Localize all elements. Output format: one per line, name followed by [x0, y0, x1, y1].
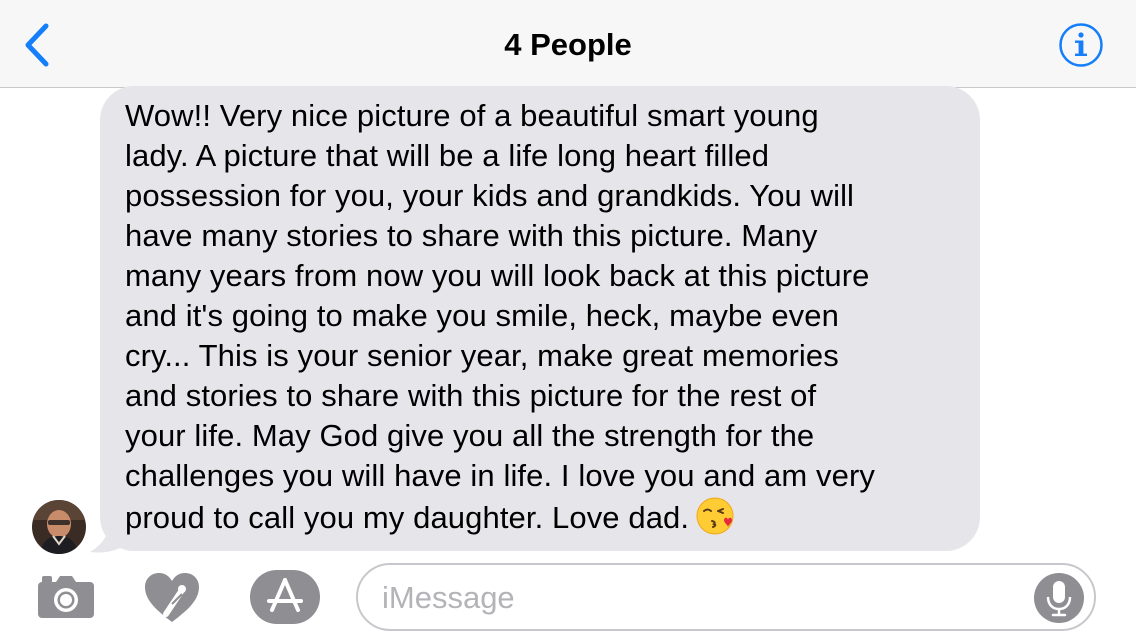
message-line: your life. May God give you all the stre… — [125, 418, 815, 453]
message-input[interactable] — [382, 575, 1022, 621]
message-line: Wow!! Very nice picture of a beautiful s… — [125, 98, 819, 133]
message-line-last: proud to call you my daughter. Love dad. — [125, 496, 956, 538]
chevron-left-icon — [25, 23, 49, 67]
microphone-icon — [1034, 573, 1084, 623]
kissing-face-with-heart-emoji — [696, 497, 734, 535]
camera-button[interactable] — [36, 572, 96, 622]
message-line: proud to call you my daughter. Love dad. — [125, 500, 690, 535]
heart-touch-icon — [145, 573, 199, 622]
message-line: have many stories to share with this pic… — [125, 218, 818, 253]
conversation-title: 4 People — [504, 27, 632, 62]
message-line: lady. A picture that will be a life long… — [125, 138, 770, 173]
info-button[interactable] — [1058, 22, 1104, 68]
message-line: challenges you will have in life. I love… — [125, 458, 875, 493]
message-text: Wow!! Very nice picture of a beautiful s… — [125, 96, 956, 538]
dictation-button[interactable] — [1034, 573, 1084, 623]
message-input-container[interactable] — [356, 563, 1096, 631]
app-store-icon — [250, 570, 320, 624]
digital-touch-button[interactable] — [142, 570, 202, 626]
camera-icon — [38, 576, 94, 618]
app-store-button[interactable] — [250, 570, 320, 624]
back-button[interactable] — [18, 22, 58, 68]
message-line: many years from now you will look back a… — [125, 258, 870, 293]
navigation-bar: 4 People — [0, 0, 1136, 88]
info-icon — [1059, 23, 1103, 67]
sender-avatar[interactable] — [32, 500, 86, 554]
message-line: and stories to share with this picture f… — [125, 378, 817, 413]
message-line: and it's going to make you smile, heck, … — [125, 298, 839, 333]
message-line: possession for you, your kids and grandk… — [125, 178, 855, 213]
message-bubble[interactable]: Wow!! Very nice picture of a beautiful s… — [100, 86, 980, 551]
message-line: cry... This is your senior year, make gr… — [125, 338, 839, 373]
avatar-photo — [32, 500, 86, 554]
